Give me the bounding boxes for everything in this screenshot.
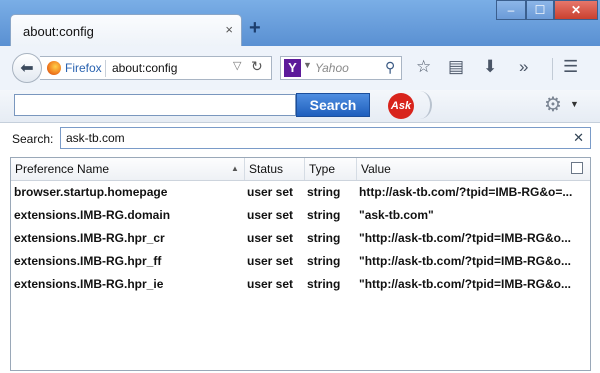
title-bar: about:config × + – ☐ ✕: [0, 0, 600, 46]
pref-type: string: [307, 231, 341, 245]
sort-ascending-icon: ▲: [231, 164, 239, 173]
column-label: Preference Name: [15, 162, 110, 176]
pref-status: user set: [247, 254, 294, 268]
table-row[interactable]: extensions.IMB-RG.hpr_cr user set string…: [11, 227, 590, 250]
pref-status: user set: [247, 208, 294, 222]
pref-name: browser.startup.homepage: [14, 185, 168, 199]
ask-search-button[interactable]: Search: [296, 93, 370, 117]
column-picker-icon[interactable]: [571, 162, 583, 174]
filter-value[interactable]: ask-tb.com: [66, 131, 125, 145]
column-label: Type: [309, 162, 336, 176]
pref-value: "http://ask-tb.com/?tpid=IMB-RG&o...: [359, 277, 572, 291]
navigation-toolbar: Firefox about:config ▽ ↻ ⬅ Y ▼ Yahoo ⚲ ☆…: [0, 46, 600, 91]
pref-name: extensions.IMB-RG.hpr_ff: [14, 254, 162, 268]
back-button[interactable]: ⬅: [12, 53, 42, 83]
close-window-button[interactable]: ✕: [554, 0, 598, 20]
search-bar[interactable]: Y ▼ Yahoo ⚲: [280, 56, 402, 80]
identity-label[interactable]: Firefox: [65, 61, 102, 75]
table-header: Preference Name ▲ Status Type Value: [11, 158, 590, 181]
pref-value: "http://ask-tb.com/?tpid=IMB-RG&o...: [359, 231, 572, 245]
pref-value: http://ask-tb.com/?tpid=IMB-RG&o=...: [359, 185, 573, 199]
search-label: Search:: [12, 132, 54, 146]
pref-value: "ask-tb.com": [359, 208, 434, 222]
about-config-page: Search: ask-tb.com ✕ Preference Name ▲ S…: [0, 123, 600, 373]
pref-status: user set: [247, 277, 294, 291]
ask-toolbar: Search Ask ⚙ ▼: [0, 90, 600, 123]
firefox-icon: [47, 61, 61, 75]
pref-type: string: [307, 254, 341, 268]
magnifier-icon[interactable]: ⚲: [385, 59, 395, 76]
pref-name: extensions.IMB-RG.domain: [14, 208, 171, 222]
pref-type: string: [307, 277, 341, 291]
clear-filter-icon[interactable]: ✕: [573, 130, 584, 146]
reload-icon[interactable]: ↻: [251, 58, 263, 75]
config-search-row: Search: ask-tb.com ✕: [0, 123, 600, 155]
minimize-button[interactable]: –: [496, 0, 526, 20]
table-row[interactable]: extensions.IMB-RG.domain user set string…: [11, 204, 590, 227]
new-tab-button[interactable]: +: [249, 18, 261, 38]
toolbar-separator: [552, 58, 553, 80]
pref-type: string: [307, 185, 341, 199]
pref-name: extensions.IMB-RG.hpr_cr: [14, 231, 165, 245]
ask-logo-arc: [408, 91, 432, 119]
config-filter-input[interactable]: ask-tb.com ✕: [60, 127, 591, 149]
column-header-name[interactable]: Preference Name ▲: [11, 158, 245, 180]
search-placeholder[interactable]: Yahoo: [315, 61, 349, 75]
yahoo-logo-icon[interactable]: Y: [284, 59, 301, 77]
table-row[interactable]: extensions.IMB-RG.hpr_ff user set string…: [11, 250, 590, 273]
back-arrow-icon: ⬅: [20, 60, 34, 77]
bookmark-star-icon[interactable]: ☆: [416, 57, 431, 77]
url-text[interactable]: about:config: [112, 61, 177, 75]
column-label: Status: [249, 162, 284, 176]
url-separator: [105, 60, 106, 77]
tab-about-config[interactable]: about:config ×: [10, 14, 242, 46]
pref-type: string: [307, 208, 341, 222]
pref-status: user set: [247, 185, 294, 199]
tab-title: about:config: [23, 24, 94, 39]
tab-close-icon[interactable]: ×: [225, 22, 233, 37]
maximize-button[interactable]: ☐: [526, 0, 554, 20]
column-label: Value: [361, 162, 391, 176]
ask-search-input[interactable]: [14, 94, 296, 116]
overflow-chevron-icon[interactable]: »: [519, 57, 528, 77]
settings-dropdown-icon[interactable]: ▼: [570, 99, 579, 109]
preferences-table[interactable]: Preference Name ▲ Status Type Value brow…: [10, 157, 591, 371]
column-header-type[interactable]: Type: [305, 158, 357, 180]
table-row[interactable]: browser.startup.homepage user set string…: [11, 181, 590, 204]
download-icon[interactable]: ⬇: [483, 57, 497, 77]
table-row[interactable]: extensions.IMB-RG.hpr_ie user set string…: [11, 273, 590, 296]
history-dropdown-icon[interactable]: ▽: [233, 59, 241, 72]
url-bar[interactable]: Firefox about:config ▽ ↻: [40, 56, 272, 80]
browser-window: about:config × + – ☐ ✕ Firefox about:con…: [0, 0, 600, 373]
column-header-value[interactable]: Value: [357, 158, 567, 180]
column-header-status[interactable]: Status: [245, 158, 305, 180]
search-engine-dropdown-icon[interactable]: ▼: [303, 60, 312, 70]
pref-value: "http://ask-tb.com/?tpid=IMB-RG&o...: [359, 254, 572, 268]
pref-name: extensions.IMB-RG.hpr_ie: [14, 277, 164, 291]
gear-icon[interactable]: ⚙: [544, 93, 562, 117]
menu-icon[interactable]: ☰: [563, 57, 578, 77]
pref-status: user set: [247, 231, 294, 245]
reading-list-icon[interactable]: ▤: [448, 57, 464, 77]
